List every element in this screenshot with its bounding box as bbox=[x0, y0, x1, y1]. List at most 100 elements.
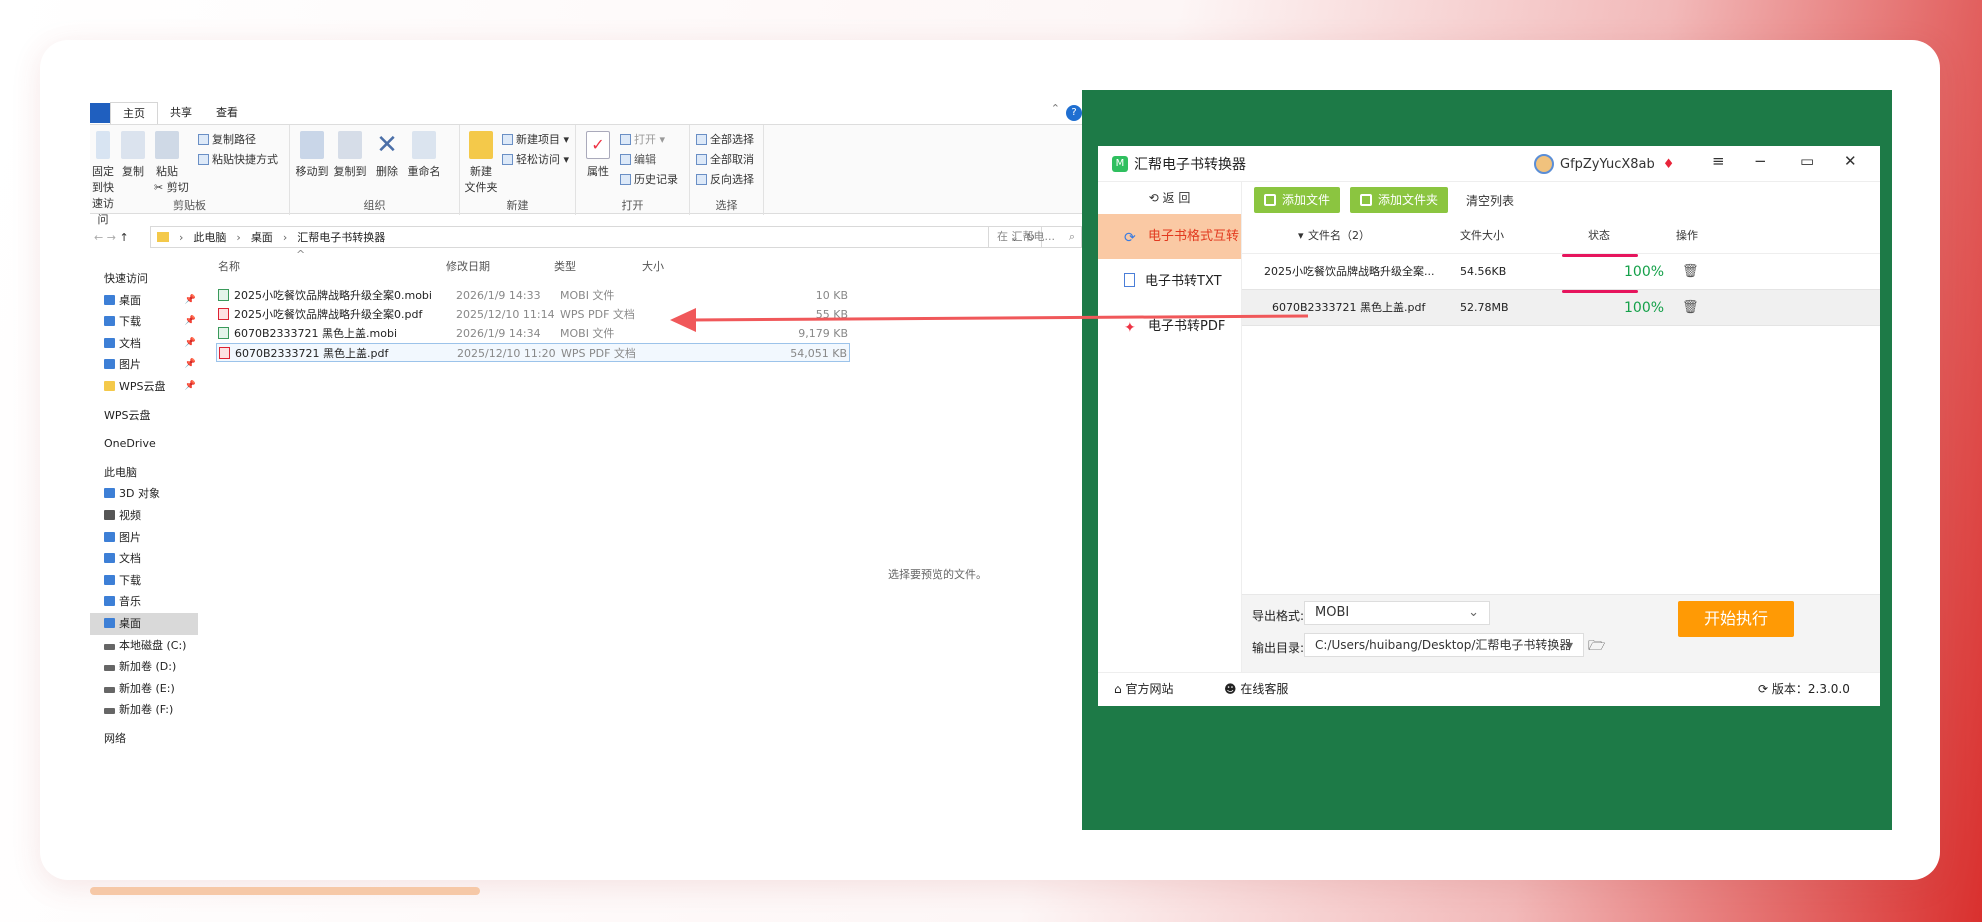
progress-percent: 100% bbox=[1624, 264, 1665, 280]
delete-button[interactable]: ✕ 删除 bbox=[374, 131, 400, 179]
nav-3d-objects[interactable]: 3D 对象 bbox=[90, 483, 198, 505]
clear-list-button[interactable]: 清空列表 bbox=[1466, 192, 1514, 209]
scissors-icon: ✂ bbox=[154, 181, 164, 194]
history-button[interactable]: 历史记录 bbox=[620, 171, 678, 187]
start-button[interactable]: 开始执行 bbox=[1678, 601, 1794, 637]
sidebar-item-to-txt[interactable]: 电子书转TXT bbox=[1098, 259, 1241, 304]
nav-drive-d[interactable]: 新加卷 (D:) bbox=[90, 656, 198, 678]
sort-down-icon[interactable]: ▾ bbox=[1298, 218, 1304, 254]
export-format-select[interactable]: MOBI ⌄ bbox=[1304, 601, 1490, 625]
forward-arrow-icon[interactable]: → bbox=[107, 231, 116, 244]
nav-drive-f[interactable]: 新加卷 (F:) bbox=[90, 699, 198, 721]
select-all-icon bbox=[696, 134, 707, 145]
column-size[interactable]: 大小 bbox=[642, 258, 664, 274]
header-status: 状态 bbox=[1588, 229, 1610, 242]
select-all-button[interactable]: 全部选择 bbox=[696, 131, 754, 147]
paste-shortcut-icon bbox=[198, 154, 209, 165]
ribbon: 固定到快速访问 复制 粘贴 复制路径 粘贴快捷方式 ✂ 剪切 剪贴板 移动到 复… bbox=[90, 124, 1082, 226]
row-filename: 2025小吃餐饮品牌战略升级全案... bbox=[1264, 265, 1435, 278]
rename-button[interactable]: 重命名 bbox=[404, 131, 444, 179]
user-account[interactable]: GfpZyYucX8ab ♦ bbox=[1534, 154, 1674, 174]
menu-icon[interactable]: ≡ bbox=[1712, 152, 1725, 170]
collapse-ribbon-icon[interactable]: ⌃ bbox=[1051, 102, 1060, 115]
open-icon bbox=[620, 134, 631, 145]
output-dir-label: 输出目录: bbox=[1252, 641, 1305, 655]
sidebar-item-format-convert[interactable]: ⟳ 电子书格式互转 bbox=[1098, 214, 1241, 259]
delete-trash-icon[interactable]: 🗑 bbox=[1682, 290, 1699, 326]
help-icon[interactable]: ? bbox=[1066, 105, 1082, 121]
table-row[interactable]: 2025小吃餐饮品牌战略升级全案... 54.56KB 100% 🗑 bbox=[1242, 254, 1880, 290]
vip-diamond-icon: ♦ bbox=[1662, 156, 1675, 172]
cut-button[interactable]: ✂ 剪切 bbox=[154, 179, 189, 195]
file-list-header: 名称 ^ 修改日期 类型 大小 bbox=[216, 248, 856, 278]
copy-to-button[interactable]: 复制到 bbox=[332, 131, 368, 179]
copy-path-button[interactable]: 复制路径 bbox=[198, 131, 256, 147]
nav-drive-c[interactable]: 本地磁盘 (C:) bbox=[90, 635, 198, 657]
select-none-button[interactable]: 全部取消 bbox=[696, 151, 754, 167]
up-arrow-icon[interactable]: ↑ bbox=[119, 231, 128, 244]
properties-button[interactable]: ✓ 属性 bbox=[584, 131, 612, 179]
nav-desktop[interactable]: 桌面 📌 bbox=[90, 290, 198, 312]
new-folder-button[interactable]: 新建 文件夹 bbox=[464, 131, 498, 195]
back-button[interactable]: ⟲ 返 回 bbox=[1098, 182, 1241, 214]
tab-view[interactable]: 查看 bbox=[204, 102, 250, 124]
mobi-file-icon bbox=[218, 289, 229, 301]
app-footer: ⌂ 官方网站 ☻ 在线客服 ⟳ 版本：2.3.0.0 bbox=[1098, 672, 1880, 706]
nav-wps-cloud[interactable]: WPS云盘 bbox=[90, 405, 198, 427]
nav-documents[interactable]: 文档 📌 bbox=[90, 333, 198, 355]
nav-downloads-pc[interactable]: 下载 bbox=[90, 570, 198, 592]
nav-videos[interactable]: 视频 bbox=[90, 505, 198, 527]
nav-network[interactable]: 网络 bbox=[90, 728, 198, 750]
invert-selection-button[interactable]: 反向选择 bbox=[696, 171, 754, 187]
add-file-button[interactable]: 添加文件 bbox=[1254, 187, 1341, 213]
column-date[interactable]: 修改日期 bbox=[446, 258, 490, 274]
delete-trash-icon[interactable]: 🗑 bbox=[1682, 254, 1699, 290]
nav-pictures-pc[interactable]: 图片 bbox=[90, 527, 198, 549]
minimize-icon[interactable]: − bbox=[1754, 152, 1767, 170]
nav-desktop-pc[interactable]: 桌面 bbox=[90, 612, 198, 635]
edit-button[interactable]: 编辑 bbox=[620, 151, 656, 167]
back-arrow-icon[interactable]: ← bbox=[94, 231, 103, 244]
address-bar[interactable]: › 此电脑 › 桌面 › 汇帮电子书转换器 ⌄ ↻ bbox=[150, 226, 1042, 248]
organize-group-label: 组织 bbox=[363, 199, 386, 212]
maximize-icon[interactable]: ▭ bbox=[1800, 152, 1814, 170]
tab-home[interactable]: 主页 bbox=[110, 101, 158, 125]
output-dir-select[interactable]: C:/Users/huibang/Desktop/汇帮电子书转换器 ▾ bbox=[1304, 633, 1584, 657]
new-item-button[interactable]: 新建项目 ▾ bbox=[502, 131, 569, 147]
add-folder-button[interactable]: 添加文件夹 bbox=[1350, 187, 1449, 213]
close-icon[interactable]: ✕ bbox=[1844, 152, 1857, 170]
app-titlebar: M 汇帮电子书转换器 GfpZyYucX8ab ♦ ≡ − ▭ ✕ bbox=[1098, 146, 1880, 182]
website-link[interactable]: ⌂ 官方网站 bbox=[1114, 673, 1173, 705]
support-link[interactable]: ☻ 在线客服 bbox=[1224, 673, 1288, 705]
nav-documents-pc[interactable]: 文档 bbox=[90, 548, 198, 570]
select-group-label: 选择 bbox=[715, 199, 738, 212]
table-row[interactable]: 6070B2333721 黑色上盖.pdf 52.78MB 100% 🗑 bbox=[1242, 290, 1880, 326]
breadcrumb-this-pc[interactable]: 此电脑 bbox=[193, 229, 226, 245]
paste-button[interactable]: 粘贴 bbox=[152, 131, 182, 179]
open-folder-icon[interactable]: 🗁 bbox=[1588, 635, 1605, 659]
easy-access-button[interactable]: 轻松访问 ▾ bbox=[502, 151, 569, 167]
column-name[interactable]: 名称 bbox=[218, 258, 240, 274]
file-tab[interactable] bbox=[90, 103, 110, 123]
nav-quick-access[interactable]: 快速访问 bbox=[90, 268, 198, 290]
nav-music[interactable]: 音乐 bbox=[90, 591, 198, 613]
column-type[interactable]: 类型 bbox=[554, 258, 576, 274]
move-to-button[interactable]: 移动到 bbox=[294, 131, 330, 179]
nav-downloads[interactable]: 下载 📌 bbox=[90, 311, 198, 333]
breadcrumb-separator: › bbox=[236, 230, 241, 244]
search-box[interactable]: 在 汇帮电... ⌕ bbox=[988, 226, 1082, 248]
file-type: WPS PDF 文档 bbox=[561, 347, 636, 360]
open-button[interactable]: 打开 ▾ bbox=[620, 131, 665, 147]
copy-button[interactable]: 复制 bbox=[118, 131, 148, 179]
tab-share[interactable]: 共享 bbox=[158, 102, 204, 124]
header-filename[interactable]: 文件名（2） bbox=[1308, 218, 1370, 254]
desktop-icon bbox=[104, 294, 115, 305]
breadcrumb-desktop[interactable]: 桌面 bbox=[251, 229, 273, 245]
nav-pictures[interactable]: 图片 📌 bbox=[90, 354, 198, 376]
breadcrumb-current-folder[interactable]: 汇帮电子书转换器 bbox=[297, 229, 385, 245]
nav-this-pc[interactable]: 此电脑 bbox=[90, 462, 198, 484]
paste-shortcut-button[interactable]: 粘贴快捷方式 bbox=[198, 151, 278, 167]
nav-onedrive[interactable]: OneDrive bbox=[90, 433, 198, 455]
nav-wps-cloud-pinned[interactable]: WPS云盘 📌 bbox=[90, 376, 198, 398]
nav-drive-e[interactable]: 新加卷 (E:) bbox=[90, 678, 198, 700]
